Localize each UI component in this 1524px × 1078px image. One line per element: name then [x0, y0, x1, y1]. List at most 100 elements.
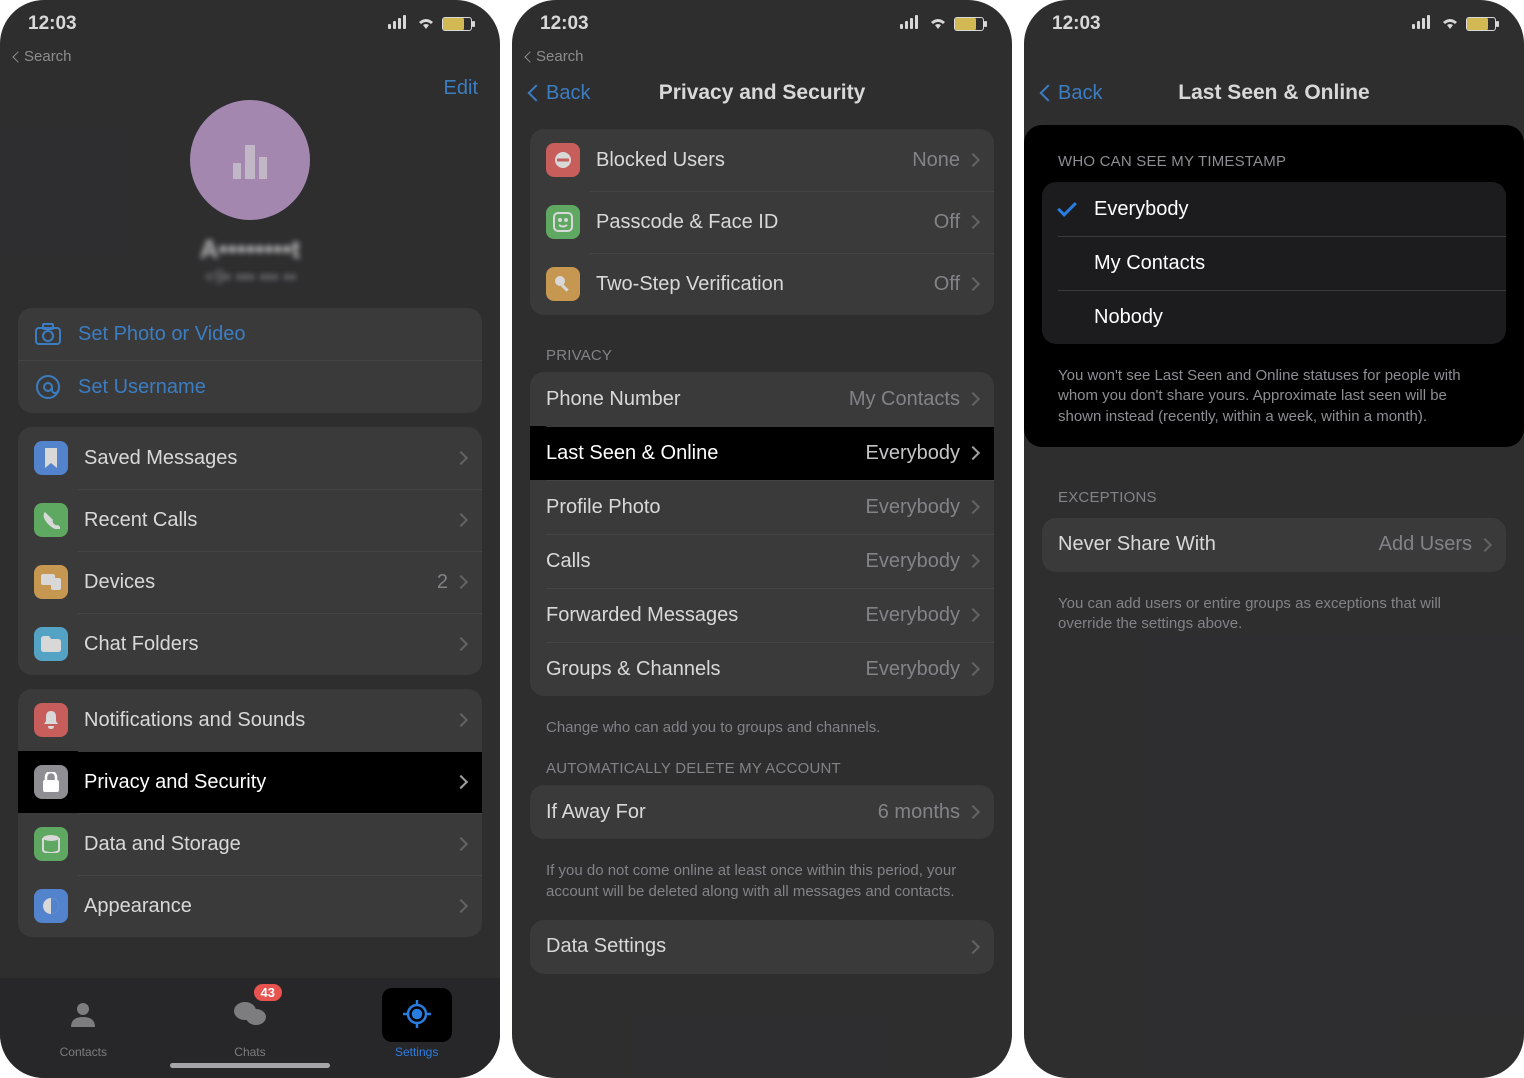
camera-icon [34, 320, 62, 348]
chevron-right-icon [966, 662, 980, 676]
phone-number-row[interactable]: Phone Number My Contacts [530, 372, 994, 426]
edit-button[interactable]: Edit [0, 71, 500, 100]
check-placeholder [1057, 305, 1077, 325]
row-label: Recent Calls [84, 509, 456, 532]
row-value: Off [934, 273, 960, 296]
breadcrumb-back[interactable]: Search [0, 48, 500, 71]
chevron-right-icon [454, 575, 468, 589]
chats-badge: 43 [254, 984, 282, 1001]
status-bar: 12:03 [0, 0, 500, 48]
back-label: Back [546, 82, 590, 105]
option-label: Nobody [1094, 306, 1490, 329]
set-photo-button[interactable]: Set Photo or Video [18, 308, 482, 360]
wifi-icon [928, 13, 948, 35]
folder-icon [34, 627, 68, 661]
screen-privacy-security: 12:03 Search Back Privacy and Security B… [512, 0, 1012, 1078]
option-everybody[interactable]: Everybody [1042, 182, 1506, 236]
profile-name: A••••••••t [18, 234, 482, 265]
profile-photo-row[interactable]: Profile Photo Everybody [530, 480, 994, 534]
appearance-row[interactable]: Appearance [18, 875, 482, 937]
chevron-right-icon [966, 153, 980, 167]
back-button[interactable]: Back [530, 82, 610, 105]
tab-settings[interactable]: Settings [357, 988, 477, 1059]
chat-icon [233, 999, 267, 1032]
chevron-right-icon [966, 277, 980, 291]
page-title: Privacy and Security [610, 81, 914, 105]
avatar[interactable] [190, 100, 310, 220]
row-label: Privacy and Security [84, 771, 456, 794]
two-step-row[interactable]: Two-Step Verification Off [530, 253, 994, 315]
privacy-footer: Change who can add you to groups and cha… [530, 710, 994, 742]
person-icon [68, 999, 98, 1032]
lock-icon [34, 765, 68, 799]
signal-icon [388, 13, 410, 35]
row-label: Saved Messages [84, 447, 456, 470]
option-label: My Contacts [1094, 252, 1490, 275]
groups-channels-row[interactable]: Groups & Channels Everybody [530, 642, 994, 696]
row-label: Passcode & Face ID [596, 211, 934, 234]
back-label: Back [1058, 82, 1102, 105]
chevron-left-icon [1040, 85, 1057, 102]
phone-icon [34, 503, 68, 537]
screen-last-seen: 12:03 x Back Last Seen & Online WHO CAN … [1024, 0, 1524, 1078]
blocked-users-row[interactable]: Blocked Users None [530, 129, 994, 191]
row-value: Everybody [866, 550, 961, 573]
signal-icon [1412, 13, 1434, 35]
data-settings-row[interactable]: Data Settings [530, 920, 994, 974]
row-value: Everybody [866, 658, 961, 681]
row-label: Never Share With [1058, 533, 1379, 556]
status-time: 12:03 [1052, 13, 1101, 35]
row-value: None [912, 149, 960, 172]
row-value: 2 [437, 571, 448, 594]
saved-messages-row[interactable]: Saved Messages [18, 427, 482, 489]
check-placeholder [1057, 251, 1077, 271]
option-nobody[interactable]: Nobody [1042, 290, 1506, 344]
back-button[interactable]: Back [1042, 82, 1122, 105]
chevron-right-icon [966, 940, 980, 954]
recent-calls-row[interactable]: Recent Calls [18, 489, 482, 551]
row-value: Add Users [1379, 533, 1472, 556]
last-seen-row[interactable]: Last Seen & Online Everybody [530, 426, 994, 480]
tab-label: Contacts [60, 1045, 107, 1059]
privacy-header: PRIVACY [530, 329, 994, 372]
appearance-icon [34, 889, 68, 923]
chevron-right-icon [454, 513, 468, 527]
blocked-icon [546, 143, 580, 177]
chevron-left-icon [12, 51, 23, 62]
tab-contacts[interactable]: Contacts [23, 988, 143, 1059]
chevron-right-icon [966, 500, 980, 514]
row-label: Profile Photo [546, 496, 866, 519]
check-icon [1057, 197, 1077, 217]
chevron-right-icon [454, 451, 468, 465]
chevron-right-icon [1478, 538, 1492, 552]
timestamp-panel: WHO CAN SEE MY TIMESTAMP Everybody My Co… [1024, 125, 1524, 447]
timestamp-header: WHO CAN SEE MY TIMESTAMP [1042, 135, 1506, 178]
row-value: Off [934, 211, 960, 234]
page-title: Last Seen & Online [1122, 81, 1426, 105]
bookmark-icon [34, 441, 68, 475]
status-time: 12:03 [540, 13, 589, 35]
breadcrumb-back[interactable]: Search [512, 48, 1012, 71]
calls-row[interactable]: Calls Everybody [530, 534, 994, 588]
passcode-row[interactable]: Passcode & Face ID Off [530, 191, 994, 253]
notifications-row[interactable]: Notifications and Sounds [18, 689, 482, 751]
never-share-row[interactable]: Never Share With Add Users [1042, 518, 1506, 572]
tab-label: Settings [395, 1045, 438, 1059]
devices-row[interactable]: Devices 2 [18, 551, 482, 613]
chevron-left-icon [528, 85, 545, 102]
tab-chats[interactable]: 43 Chats [190, 988, 310, 1059]
chat-folders-row[interactable]: Chat Folders [18, 613, 482, 675]
data-storage-row[interactable]: Data and Storage [18, 813, 482, 875]
forwarded-row[interactable]: Forwarded Messages Everybody [530, 588, 994, 642]
gear-icon [401, 998, 433, 1033]
chevron-left-icon [524, 51, 535, 62]
row-value: Everybody [866, 496, 961, 519]
tab-label: Chats [234, 1045, 265, 1059]
set-username-button[interactable]: Set Username [18, 360, 482, 413]
wifi-icon [416, 13, 436, 35]
row-label: Phone Number [546, 388, 849, 411]
option-my-contacts[interactable]: My Contacts [1042, 236, 1506, 290]
privacy-security-row[interactable]: Privacy and Security [18, 751, 482, 813]
battery-icon [1466, 17, 1496, 31]
if-away-row[interactable]: If Away For 6 months [530, 785, 994, 839]
